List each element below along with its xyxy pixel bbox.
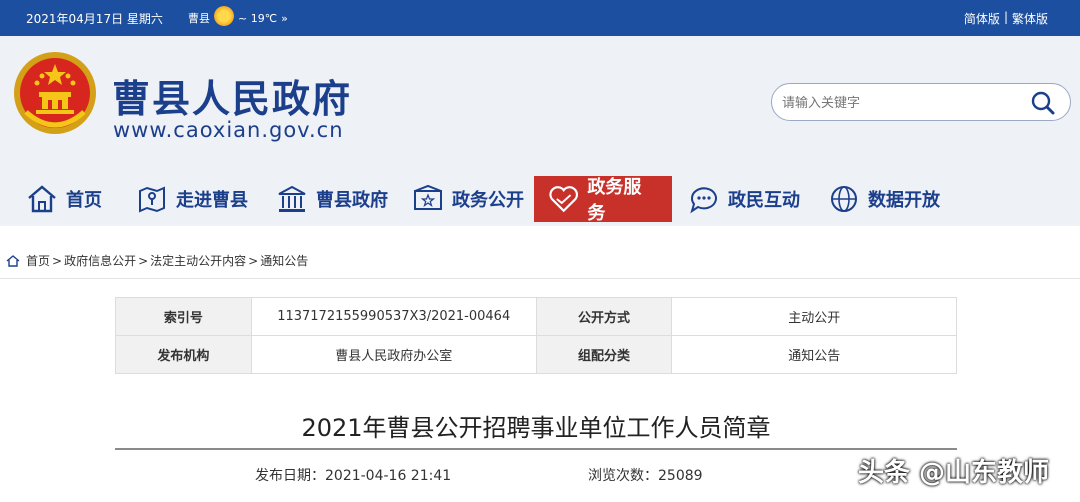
view-count-value: 25089 xyxy=(658,468,703,484)
publish-date-label: 发布日期： xyxy=(255,468,325,484)
nav-label: 政务公开 xyxy=(452,190,524,211)
nav-label: 政民互动 xyxy=(728,190,800,211)
top-bar: 2021年04月17日 星期六 曹县 ~ 19℃ » 简体版 | 繁体版 xyxy=(0,0,1080,36)
simplified-link[interactable]: 简体版 xyxy=(964,10,1000,27)
weather-widget[interactable]: 曹县 ~ 19℃ » xyxy=(188,6,288,26)
nav-item-open-data[interactable]: 数据开放 xyxy=(814,176,954,222)
site-header: 曹县人民政府 www.caoxian.gov.cn 首页 走进曹县 曹县政府 政… xyxy=(0,36,1080,226)
publish-date-value: 2021-04-16 21:41 xyxy=(325,468,452,484)
nav-item-services[interactable]: 政务服务 xyxy=(534,176,672,224)
nav-label: 数据开放 xyxy=(868,190,940,211)
document-info-table: 索引号 1137172155990537X3/2021-00464 公开方式 主… xyxy=(115,297,957,374)
breadcrumb-item[interactable]: 通知公告 xyxy=(260,252,308,269)
view-count-label: 浏览次数： xyxy=(588,468,658,484)
nav-label: 首页 xyxy=(66,190,102,211)
breadcrumb-separator: > xyxy=(138,253,149,268)
article-title: 2021年曹县公开招聘事业单位工作人员简章 xyxy=(301,414,771,442)
current-date: 2021年04月17日 星期六 xyxy=(26,12,163,26)
category-label: 组配分类 xyxy=(535,335,673,374)
site-url: www.caoxian.gov.cn xyxy=(113,118,344,142)
version-switcher: 简体版 | 繁体版 xyxy=(964,10,1048,27)
weather-city: 曹县 xyxy=(188,12,210,25)
publish-date: 发布日期：2021-04-16 21:41 xyxy=(255,465,451,485)
mode-value: 主动公开 xyxy=(671,297,957,336)
breadcrumb: 首页 > 政府信息公开 > 法定主动公开内容 > 通知公告 xyxy=(6,252,308,269)
chat-icon xyxy=(690,187,717,214)
publisher-label: 发布机构 xyxy=(115,335,252,374)
publisher-value: 曹县人民政府办公室 xyxy=(250,335,537,374)
watermark: 头条 @山东教师 xyxy=(858,458,1050,488)
map-icon xyxy=(139,186,165,213)
table-row: 索引号 1137172155990537X3/2021-00464 公开方式 主… xyxy=(115,297,957,336)
home-icon xyxy=(6,254,20,267)
building-icon xyxy=(278,185,306,212)
version-separator: | xyxy=(1003,10,1008,24)
globe-icon xyxy=(831,186,857,212)
site-title[interactable]: 曹县人民政府 xyxy=(112,68,352,123)
index-label: 索引号 xyxy=(115,297,252,336)
nav-label: 曹县政府 xyxy=(316,190,388,211)
category-value: 通知公告 xyxy=(671,335,957,374)
breadcrumb-item[interactable]: 法定主动公开内容 xyxy=(150,252,246,269)
notice-icon xyxy=(414,184,442,210)
breadcrumb-separator: > xyxy=(52,253,63,268)
breadcrumb-separator: > xyxy=(248,253,259,268)
view-count: 浏览次数：25089 xyxy=(588,465,703,485)
title-divider xyxy=(115,448,957,450)
home-icon xyxy=(28,185,56,213)
breadcrumb-divider xyxy=(0,278,1080,279)
heart-service-icon xyxy=(549,186,578,213)
mode-label: 公开方式 xyxy=(535,297,673,336)
sun-icon xyxy=(214,6,234,26)
search-input[interactable] xyxy=(782,91,1022,113)
nav-item-interaction[interactable]: 政民互动 xyxy=(674,176,814,222)
breadcrumb-item[interactable]: 政府信息公开 xyxy=(64,252,136,269)
nav-label: 政务服务 xyxy=(587,177,642,224)
nav-item-home[interactable]: 首页 xyxy=(12,176,116,222)
table-row: 发布机构 曹县人民政府办公室 组配分类 通知公告 xyxy=(115,335,957,374)
traditional-link[interactable]: 繁体版 xyxy=(1012,10,1048,27)
nav-label: 走进曹县 xyxy=(176,190,248,211)
index-value: 1137172155990537X3/2021-00464 xyxy=(250,297,537,336)
search-box xyxy=(771,83,1071,121)
weather-more-icon[interactable]: » xyxy=(281,12,288,25)
search-icon[interactable] xyxy=(1030,90,1056,116)
national-emblem-icon xyxy=(14,52,96,134)
nav-item-disclosure[interactable]: 政务公开 xyxy=(398,176,538,222)
main-nav: 首页 走进曹县 曹县政府 政务公开 政务服务 政民互动 数据开放 xyxy=(0,176,1080,224)
weather-temperature: ~ 19℃ xyxy=(238,11,278,25)
nav-item-government[interactable]: 曹县政府 xyxy=(262,176,402,222)
breadcrumb-home[interactable]: 首页 xyxy=(26,252,50,269)
nav-item-about[interactable]: 走进曹县 xyxy=(122,176,262,222)
